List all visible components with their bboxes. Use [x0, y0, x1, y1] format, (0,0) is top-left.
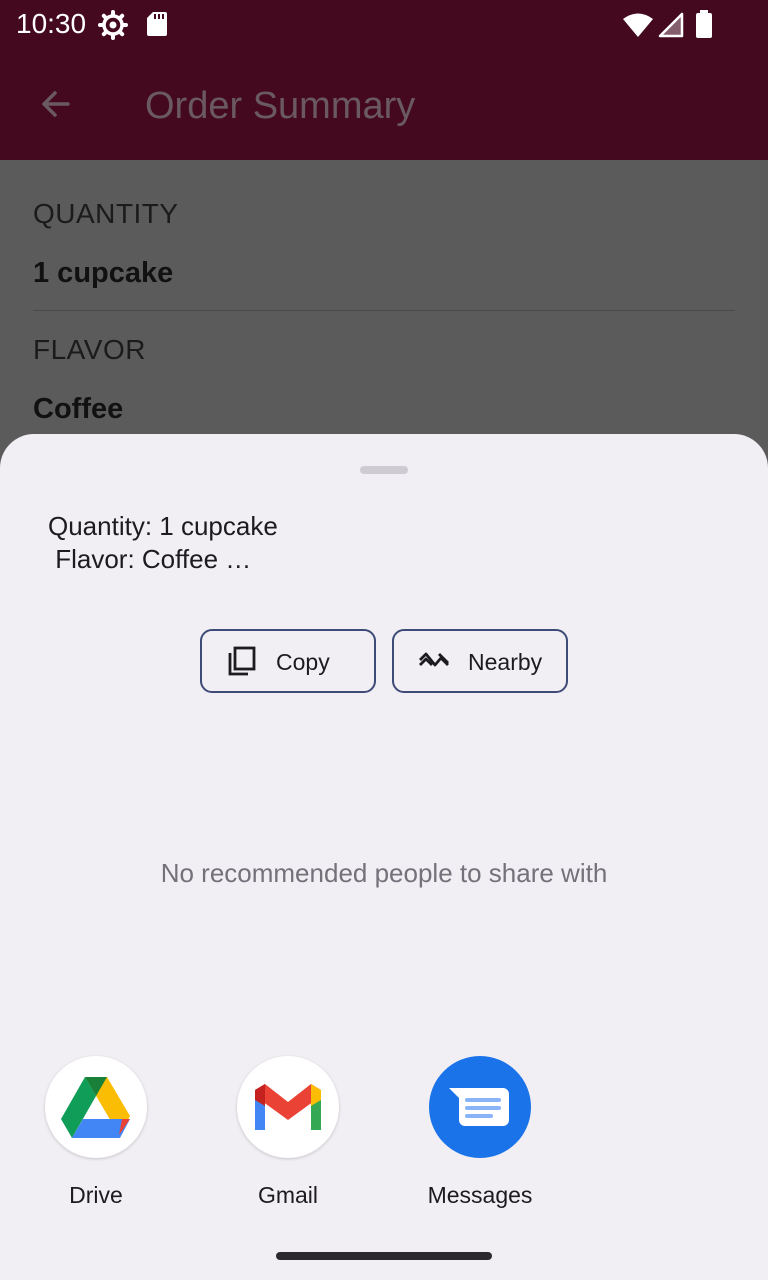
- share-target-messages[interactable]: Messages: [410, 1056, 550, 1226]
- share-target-drive[interactable]: Drive: [26, 1056, 166, 1226]
- back-button[interactable]: [28, 76, 84, 132]
- divider: [33, 310, 735, 311]
- quantity-label: QUANTITY: [33, 198, 179, 229]
- google-drive-icon: [45, 1056, 147, 1158]
- page-title: Order Summary: [145, 85, 416, 127]
- flavor-value: Coffee: [33, 393, 124, 425]
- cell-signal-icon: [658, 12, 684, 38]
- wifi-icon: [623, 13, 653, 37]
- copy-icon: [228, 646, 256, 676]
- messages-icon: [429, 1056, 531, 1158]
- drag-handle[interactable]: [360, 466, 408, 474]
- battery-icon: [696, 10, 712, 38]
- share-sheet: Quantity: 1 cupcake Flavor: Coffee … Cop…: [0, 434, 768, 1280]
- empty-recommendations-message: No recommended people to share with: [160, 858, 608, 888]
- share-target-label: Messages: [427, 1182, 533, 1208]
- arrow-back-icon: [42, 91, 70, 117]
- share-target-label: Drive: [69, 1182, 123, 1208]
- share-preview-text: Quantity: 1 cupcake Flavor: Coffee …: [48, 511, 278, 574]
- app-bar: Order Summary: [0, 48, 768, 160]
- status-bar: 10:30: [0, 0, 768, 48]
- nearby-label: Nearby: [468, 649, 543, 675]
- home-indicator[interactable]: [276, 1252, 492, 1260]
- nearby-share-icon: [419, 652, 449, 667]
- quantity-value: 1 cupcake: [33, 257, 174, 289]
- gmail-icon: [237, 1056, 339, 1158]
- status-time: 10:30: [16, 8, 87, 39]
- share-target-label: Gmail: [257, 1182, 319, 1208]
- copy-button[interactable]: Copy: [200, 629, 376, 693]
- settings-gear-icon: [98, 10, 128, 40]
- copy-label: Copy: [276, 649, 330, 675]
- nearby-button[interactable]: Nearby: [392, 629, 568, 693]
- sd-card-icon: [147, 12, 167, 36]
- flavor-label: FLAVOR: [33, 334, 146, 365]
- share-target-gmail[interactable]: Gmail: [218, 1056, 358, 1226]
